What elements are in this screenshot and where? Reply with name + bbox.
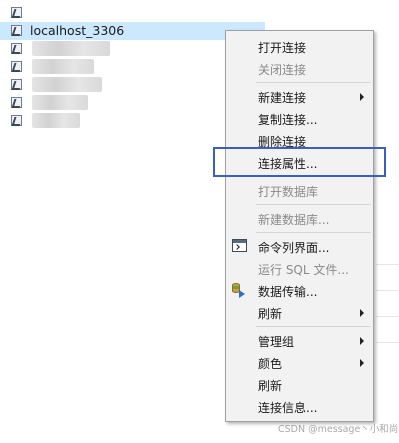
menu-item-label: 命令列界面... bbox=[258, 241, 330, 255]
data-transfer-icon bbox=[231, 282, 247, 298]
connection-icon bbox=[11, 115, 22, 126]
background-pane bbox=[376, 238, 399, 443]
divider bbox=[376, 264, 399, 265]
menu-item-connection-info[interactable]: 连接信息... bbox=[226, 396, 373, 417]
blurred-connection-name bbox=[32, 41, 110, 56]
submenu-arrow-icon bbox=[360, 93, 364, 101]
connection-icon bbox=[11, 97, 22, 108]
blurred-connection-name bbox=[32, 113, 80, 128]
menu-item-label: 运行 SQL 文件... bbox=[258, 263, 349, 277]
menu-item-label: 打开连接 bbox=[258, 41, 307, 55]
menu-item-label: 管理组 bbox=[258, 335, 295, 349]
submenu-arrow-icon bbox=[360, 337, 364, 345]
menu-separator bbox=[256, 204, 371, 205]
divider bbox=[376, 290, 399, 291]
divider bbox=[376, 342, 399, 343]
menu-item-new-connection[interactable]: 新建连接 bbox=[226, 86, 373, 107]
connection-icon bbox=[11, 43, 22, 54]
menu-item-label: 刷新 bbox=[258, 379, 283, 393]
menu-item-run-sql-file[interactable]: 运行 SQL 文件... bbox=[226, 258, 373, 279]
menu-item-label: 刷新 bbox=[258, 307, 283, 321]
menu-item-refresh-submenu[interactable]: 刷新 bbox=[226, 302, 373, 323]
blurred-connection-name bbox=[32, 95, 88, 110]
menu-separator bbox=[256, 82, 371, 83]
menu-item-label: 新建连接 bbox=[258, 91, 307, 105]
menu-separator bbox=[256, 326, 371, 327]
menu-separator bbox=[256, 232, 371, 233]
connection-name: localhost_3306 bbox=[30, 23, 125, 38]
highlight-annotation bbox=[213, 147, 386, 177]
connection-icon bbox=[11, 79, 22, 90]
connection-icon bbox=[11, 7, 22, 18]
menu-item-label: 颜色 bbox=[258, 357, 283, 371]
menu-item-data-transfer[interactable]: 数据传输... bbox=[226, 280, 373, 301]
watermark: CSDN @message丶小和尚 bbox=[278, 424, 399, 435]
blurred-connection-name bbox=[32, 77, 102, 92]
menu-item-label: 打开数据库 bbox=[258, 185, 319, 199]
menu-item-open-connection[interactable]: 打开连接 bbox=[226, 36, 373, 57]
menu-item-new-database[interactable]: 新建数据库... bbox=[226, 208, 373, 229]
context-menu: 打开连接 关闭连接 新建连接 复制连接... 删除连接 连接属性... 打开数据… bbox=[225, 30, 374, 422]
blurred-connection-name bbox=[32, 59, 94, 74]
menu-item-manage-group[interactable]: 管理组 bbox=[226, 330, 373, 351]
tree-row-connection[interactable] bbox=[0, 4, 265, 22]
submenu-arrow-icon bbox=[360, 359, 364, 367]
menu-item-label: 复制连接... bbox=[258, 113, 318, 127]
menu-item-close-connection[interactable]: 关闭连接 bbox=[226, 58, 373, 79]
menu-item-open-database[interactable]: 打开数据库 bbox=[226, 180, 373, 201]
menu-item-duplicate-connection[interactable]: 复制连接... bbox=[226, 108, 373, 129]
menu-item-refresh[interactable]: 刷新 bbox=[226, 374, 373, 395]
submenu-arrow-icon bbox=[360, 309, 364, 317]
divider bbox=[376, 316, 399, 317]
menu-item-color[interactable]: 颜色 bbox=[226, 352, 373, 373]
menu-item-label: 连接信息... bbox=[258, 401, 318, 415]
menu-item-label: 新建数据库... bbox=[258, 213, 330, 227]
connection-icon bbox=[11, 25, 22, 36]
menu-item-label: 数据传输... bbox=[258, 285, 318, 299]
connection-icon bbox=[11, 61, 22, 72]
console-icon bbox=[232, 239, 247, 252]
menu-item-command-line[interactable]: 命令列界面... bbox=[226, 236, 373, 257]
menu-item-label: 关闭连接 bbox=[258, 63, 307, 77]
